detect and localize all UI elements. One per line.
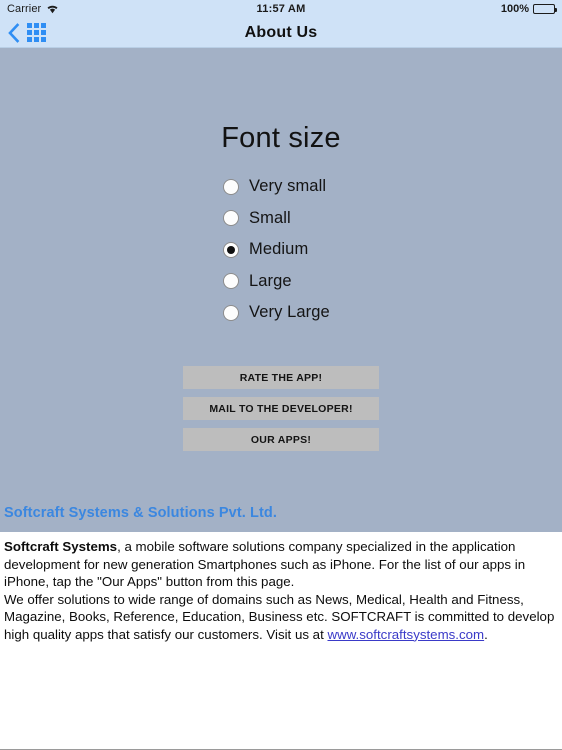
battery-cap (555, 8, 557, 12)
website-link[interactable]: www.softcraftsystems.com (327, 627, 484, 642)
radio-option-medium[interactable]: Medium (223, 240, 308, 259)
rate-the-app-button[interactable]: RATE THE APP! (183, 366, 379, 389)
settings-panel: Font size Very small Small Medium Large … (0, 48, 562, 532)
navigation-bar: About Us (0, 18, 562, 48)
grid-cell (41, 30, 46, 35)
radio-option-large[interactable]: Large (223, 272, 292, 291)
about-company-bold: Softcraft Systems (4, 539, 118, 554)
radio-indicator-selected (223, 241, 239, 258)
our-apps-button[interactable]: OUR APPS! (183, 428, 379, 451)
radio-label: Very small (249, 177, 327, 195)
radio-label: Medium (249, 240, 309, 258)
company-name-heading: Softcraft Systems & Solutions Pvt. Ltd. (4, 505, 277, 521)
about-paragraph-2-after-link: . (484, 626, 488, 642)
about-text-content: Softcraft Systems, a mobile software sol… (0, 532, 562, 643)
status-bar-clock: 11:57 AM (256, 3, 306, 15)
status-bar-right: 100% (500, 3, 557, 15)
grid-cell (27, 37, 32, 42)
radio-label: Small (249, 208, 291, 227)
grid-cell (41, 23, 46, 28)
radio-option-small[interactable]: Small (223, 209, 291, 228)
nav-left-controls (8, 22, 46, 43)
battery-icon (533, 4, 557, 14)
radio-label: Large (249, 271, 292, 290)
radio-option-very-small[interactable]: Very small (223, 177, 326, 196)
font-size-radio-group: Very small Small Medium Large Very Large (0, 177, 562, 322)
about-paragraph-1: Softcraft Systems, a mobile software sol… (4, 538, 555, 591)
battery-percent-label: 100% (500, 3, 529, 15)
status-bar: Carrier 11:57 AM 100% (0, 0, 562, 18)
page-title: About Us (244, 23, 318, 41)
radio-option-very-large[interactable]: Very Large (223, 303, 330, 322)
mail-to-developer-button[interactable]: MAIL TO THE DEVELOPER! (183, 397, 379, 420)
back-chevron-icon[interactable] (8, 22, 20, 43)
grid-apps-icon[interactable] (27, 23, 46, 42)
radio-label: Very Large (249, 303, 330, 321)
about-paragraph-2: We offer solutions to wide range of doma… (4, 591, 555, 644)
grid-cell (34, 30, 39, 35)
radio-indicator (223, 273, 239, 289)
grid-cell (27, 30, 32, 35)
grid-cell (34, 37, 39, 42)
radio-indicator (223, 178, 239, 195)
action-button-stack: RATE THE APP! MAIL TO THE DEVELOPER! OUR… (183, 366, 379, 451)
radio-indicator (223, 304, 239, 321)
grid-cell (41, 37, 46, 42)
grid-cell (34, 23, 39, 28)
radio-indicator (223, 210, 239, 226)
app-screen: Carrier 11:57 AM 100% About Us Font size… (0, 0, 562, 750)
font-size-heading: Font size (221, 122, 341, 154)
grid-cell (27, 23, 32, 28)
